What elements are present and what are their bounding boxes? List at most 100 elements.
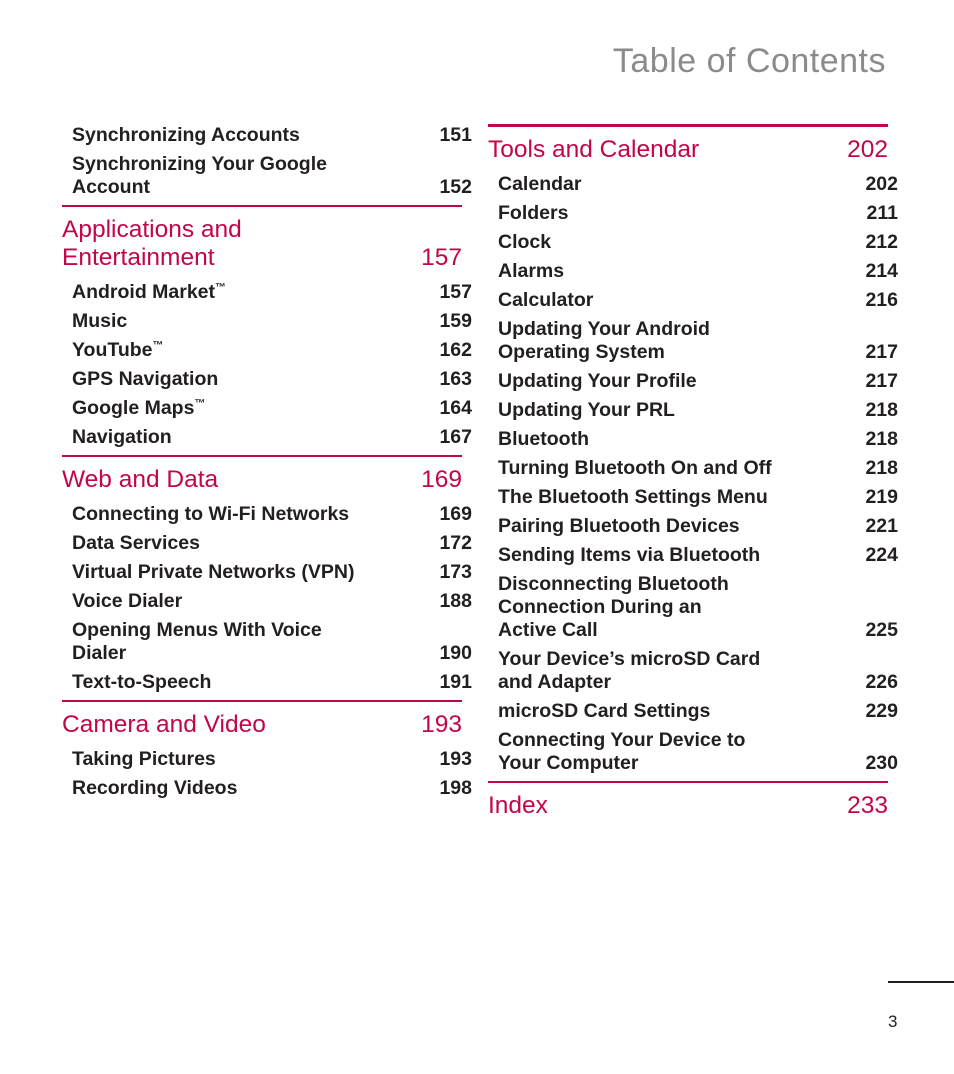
toc-item-entry[interactable]: Alarms 214 — [488, 260, 898, 283]
toc-item-title: Connecting Your Device to Your Computer — [498, 729, 746, 775]
toc-item-entry[interactable]: Text-to-Speech 191 — [62, 671, 472, 694]
toc-item-entry[interactable]: Pairing Bluetooth Devices 221 — [488, 515, 898, 538]
toc-item-title: Text-to-Speech — [72, 671, 212, 694]
toc-item-entry[interactable]: Virtual Private Networks (VPN) 173 — [62, 561, 472, 584]
toc-item-entry[interactable]: Disconnecting Bluetooth Connection Durin… — [488, 573, 898, 642]
section-divider — [488, 781, 888, 783]
toc-item-page-number: 229 — [865, 700, 898, 723]
toc-item-page-number: 225 — [865, 619, 898, 642]
toc-section-page-number: 157 — [421, 243, 462, 271]
toc-section-page-number: 202 — [847, 136, 888, 163]
toc-item-page-number: 224 — [865, 544, 898, 567]
toc-item-entry[interactable]: Synchronizing Your Google Account 152 — [62, 153, 472, 199]
toc-item-page-number: 218 — [865, 399, 898, 422]
toc-item-title: Bluetooth — [498, 428, 589, 451]
toc-item-entry[interactable]: Voice Dialer 188 — [62, 590, 472, 613]
toc-item-page-number: 230 — [865, 752, 898, 775]
toc-item-entry[interactable]: The Bluetooth Settings Menu 219 — [488, 486, 898, 509]
toc-item-title: Calendar — [498, 173, 582, 196]
toc-item-entry[interactable]: Clock 212 — [488, 231, 898, 254]
toc-item-title: Virtual Private Networks (VPN) — [72, 561, 355, 584]
toc-section-entry[interactable]: Index 233 — [488, 792, 888, 820]
toc-item-title: Music — [72, 310, 128, 333]
section-divider — [62, 700, 462, 702]
toc-item-entry[interactable]: Bluetooth 218 — [488, 428, 898, 451]
toc-item-entry[interactable]: Recording Videos 198 — [62, 777, 472, 800]
toc-item-entry[interactable]: Google Maps™ 164 — [62, 397, 472, 420]
toc-item-page-number: 211 — [866, 202, 898, 225]
toc-item-page-number: 159 — [439, 310, 472, 333]
toc-section-entry[interactable]: Tools and Calendar 202 — [488, 136, 888, 164]
toc-item-title: Updating Your PRL — [498, 399, 675, 422]
toc-section-page-number: 233 — [847, 791, 888, 819]
toc-item-title: Android Market™ — [72, 281, 226, 304]
toc-item-page-number: 190 — [439, 642, 472, 665]
toc-item-title: Disconnecting Bluetooth Connection Durin… — [498, 573, 729, 642]
toc-item-title: Synchronizing Your Google Account — [72, 153, 327, 198]
toc-item-page-number: 226 — [865, 671, 898, 694]
toc-item-page-number: 217 — [865, 341, 898, 364]
toc-item-entry[interactable]: Your Device’s microSD Card and Adapter 22… — [488, 648, 898, 694]
toc-item-entry[interactable]: Synchronizing Accounts 151 — [62, 124, 472, 147]
toc-item-entry[interactable]: Updating Your PRL 218 — [488, 399, 898, 422]
toc-item-title: Your Device’s microSD Card and Adapter — [498, 648, 761, 694]
toc-item-title: The Bluetooth Settings Menu — [498, 486, 768, 509]
toc-item-title: Taking Pictures — [72, 748, 216, 771]
toc-item-entry[interactable]: Connecting to Wi-Fi Networks 169 — [62, 503, 472, 526]
toc-section-entry[interactable]: Camera and Video 193 — [62, 711, 462, 739]
toc-item-title: Pairing Bluetooth Devices — [498, 515, 740, 538]
toc-item-page-number: 191 — [439, 671, 472, 694]
toc-item-page-number: 172 — [439, 532, 472, 555]
footer-divider — [888, 981, 954, 983]
toc-item-title: Data Services — [72, 532, 200, 555]
toc-item-page-number: 221 — [865, 515, 898, 538]
toc-item-page-number: 217 — [865, 370, 898, 393]
toc-item-title: Connecting to Wi-Fi Networks — [72, 503, 350, 526]
toc-item-entry[interactable]: Calculator 216 — [488, 289, 898, 312]
section-divider — [62, 205, 462, 207]
toc-section-title: Web and Data — [62, 465, 219, 493]
section-divider — [488, 124, 888, 127]
toc-item-entry[interactable]: GPS Navigation 163 — [62, 368, 472, 391]
toc-item-title: Turning Bluetooth On and Off — [498, 457, 772, 480]
toc-item-entry[interactable]: microSD Card Settings 229 — [488, 700, 898, 723]
toc-item-entry[interactable]: Updating Your Profile 217 — [488, 370, 898, 393]
toc-item-page-number: 212 — [865, 231, 898, 254]
toc-item-title: Navigation — [72, 426, 172, 449]
toc-item-title: Updating Your Android Operating System — [498, 318, 710, 364]
toc-column-left: Synchronizing Accounts 151 Synchronizing Y… — [62, 124, 472, 806]
toc-item-page-number: 164 — [439, 397, 472, 420]
toc-item-entry[interactable]: Data Services 172 — [62, 532, 472, 555]
toc-item-entry[interactable]: Sending Items via Bluetooth 224 — [488, 544, 898, 567]
toc-item-page-number: 198 — [439, 777, 472, 800]
toc-section-title: Camera and Video — [62, 710, 266, 738]
toc-item-entry[interactable]: Connecting Your Device to Your Computer 2… — [488, 729, 898, 775]
toc-item-page-number: 219 — [865, 486, 898, 509]
toc-item-page-number: 216 — [865, 289, 898, 312]
toc-section-entry[interactable]: Web and Data 169 — [62, 466, 462, 494]
toc-section-title: Applications and Entertainment — [62, 215, 242, 271]
toc-item-title: microSD Card Settings — [498, 700, 711, 723]
toc-item-entry[interactable]: Navigation 167 — [62, 426, 472, 449]
toc-section-entry[interactable]: Applications and Entertainment 157 — [62, 216, 462, 273]
toc-item-title: Alarms — [498, 260, 565, 283]
toc-item-entry[interactable]: Taking Pictures 193 — [62, 748, 472, 771]
toc-item-entry[interactable]: Android Market™ 157 — [62, 281, 472, 304]
toc-item-page-number: 218 — [865, 428, 898, 451]
toc-item-entry[interactable]: Music 159 — [62, 310, 472, 333]
toc-item-title: Voice Dialer — [72, 590, 183, 613]
toc-item-title: Synchronizing Accounts — [72, 124, 300, 146]
toc-item-page-number: 157 — [439, 281, 472, 304]
toc-item-entry[interactable]: Folders 211 — [488, 202, 898, 225]
toc-item-entry[interactable]: Updating Your Android Operating System 21… — [488, 318, 898, 364]
toc-item-entry[interactable]: Calendar 202 — [488, 173, 898, 196]
toc-item-title: YouTube™ — [72, 339, 164, 362]
toc-item-title: Folders — [498, 202, 569, 225]
toc-item-entry[interactable]: YouTube™ 162 — [62, 339, 472, 362]
trademark-icon: ™ — [194, 397, 206, 410]
toc-item-page-number: 151 — [439, 124, 472, 146]
toc-item-entry[interactable]: Turning Bluetooth On and Off 218 — [488, 457, 898, 480]
toc-item-entry[interactable]: Opening Menus With Voice Dialer 190 — [62, 619, 472, 665]
toc-item-page-number: 202 — [865, 173, 898, 196]
toc-item-title: Calculator — [498, 289, 594, 312]
